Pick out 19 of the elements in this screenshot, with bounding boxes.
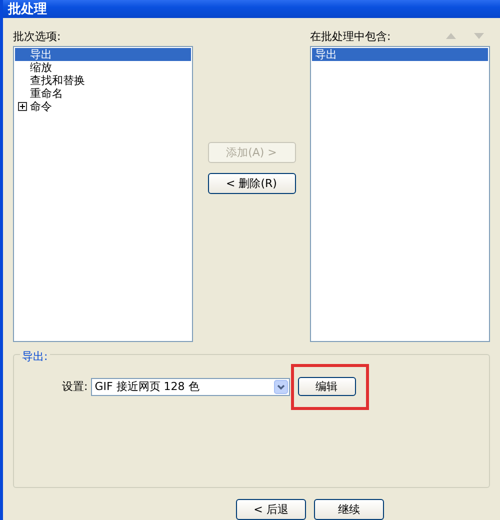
list-label: 在批处理中包含:	[310, 28, 391, 44]
list-item[interactable]: 导出	[312, 48, 488, 61]
remove-button[interactable]: < 删除(R)	[208, 173, 296, 194]
list-item[interactable]: 命令	[15, 100, 191, 113]
list-label: 批次选项:	[13, 28, 61, 44]
continue-button[interactable]: 继续	[314, 499, 384, 520]
list-item[interactable]: 查找和替换	[15, 74, 191, 87]
edit-button[interactable]: 编辑	[298, 377, 356, 396]
list-item[interactable]: 缩放	[15, 61, 191, 74]
list-item[interactable]: 重命名	[15, 87, 191, 100]
included-list[interactable]: 导出	[310, 46, 490, 342]
window-title: 批处理	[8, 1, 47, 18]
back-button[interactable]: < 后退	[236, 499, 306, 520]
expand-icon[interactable]	[18, 102, 27, 111]
options-list[interactable]: 导出 缩放 查找和替换 重命名 命令	[13, 46, 193, 342]
setting-dropdown[interactable]: GIF 接近网页 128 色	[90, 378, 290, 396]
list-item[interactable]: 导出	[15, 48, 191, 61]
group-title: 导出:	[20, 349, 50, 364]
setting-label: 设置:	[62, 379, 88, 394]
